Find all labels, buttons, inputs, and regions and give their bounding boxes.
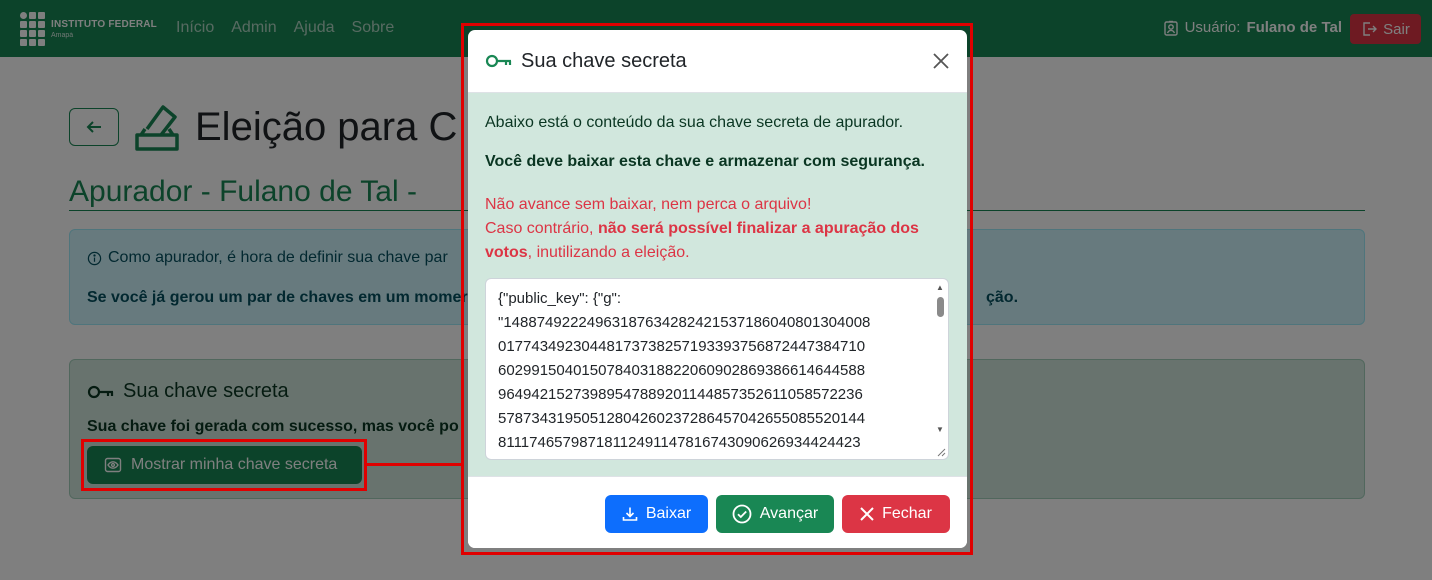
modal-title: Sua chave secreta [521, 49, 687, 72]
danger-line1: Não avance sem baixar, nem perca o arqui… [485, 196, 812, 213]
x-icon [860, 507, 874, 521]
modal-footer: Baixar Avançar Fechar [468, 476, 967, 548]
close-icon[interactable] [931, 51, 951, 71]
secret-key-content: {"public_key": {"g": "148874922249631876… [498, 290, 871, 451]
download-button[interactable]: Baixar [605, 495, 708, 533]
check-circle-icon [732, 504, 752, 524]
danger-suffix: , inutilizando a eleição. [527, 244, 690, 261]
key-icon [485, 54, 512, 68]
scroll-up-icon[interactable]: ▲ [936, 283, 944, 292]
secret-key-textarea[interactable]: {"public_key": {"g": "148874922249631876… [485, 278, 949, 460]
modal-danger-text: Não avance sem baixar, nem perca o arqui… [485, 193, 955, 265]
advance-button[interactable]: Avançar [716, 495, 834, 533]
scroll-thumb[interactable] [937, 297, 944, 317]
highlight-connector-line [366, 463, 464, 466]
download-icon [622, 507, 638, 521]
modal-header: Sua chave secreta [468, 30, 967, 93]
scroll-down-icon[interactable]: ▼ [936, 425, 944, 434]
close-label: Fechar [882, 505, 932, 522]
highlight-box-show-button [81, 439, 367, 491]
download-label: Baixar [645, 505, 692, 522]
secret-key-modal: Sua chave secreta Abaixo está o conteúdo… [468, 30, 967, 548]
textarea-scrollbar[interactable]: ▲ ▼ [934, 281, 946, 441]
close-button[interactable]: Fechar [842, 495, 950, 533]
modal-warning-bold: Você deve baixar esta chave e armazenar … [485, 153, 925, 170]
advance-label: Avançar [759, 505, 819, 522]
modal-intro-text: Abaixo está o conteúdo da sua chave secr… [485, 114, 904, 131]
resize-handle-icon[interactable] [934, 445, 946, 457]
danger-prefix: Caso contrário, [485, 220, 598, 237]
modal-body: Abaixo está o conteúdo da sua chave secr… [468, 93, 967, 476]
